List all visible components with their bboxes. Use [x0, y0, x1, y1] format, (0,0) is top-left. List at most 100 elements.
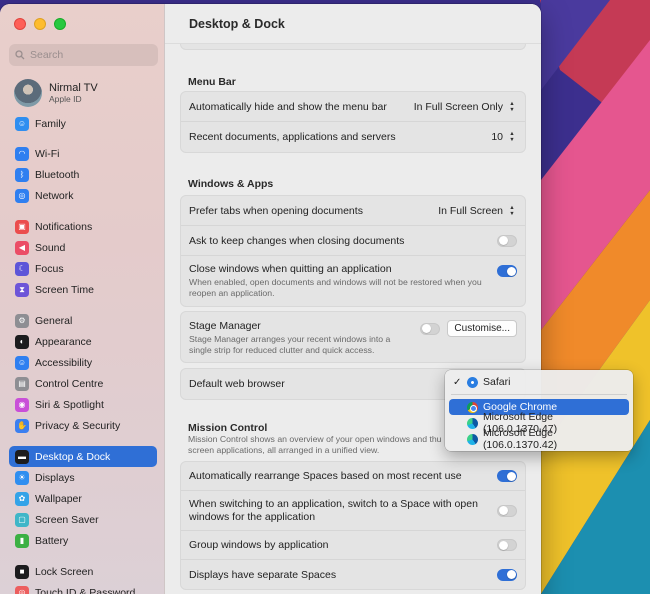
sidebar-item-family[interactable]: ☺ Family — [9, 113, 157, 134]
siri-icon: ◉ — [15, 397, 29, 412]
auto-hide-menu-bar-popup[interactable]: In Full Screen Only ▲ ▼ — [414, 100, 517, 113]
safari-icon — [467, 376, 478, 388]
recent-items-value: 10 — [491, 131, 503, 143]
sidebar-item-label: Screen Time — [35, 283, 94, 296]
sidebar-item-label: Battery — [35, 534, 69, 547]
focus-icon: ☾ — [15, 261, 29, 276]
sidebar-item-focus[interactable]: ☾ Focus — [9, 258, 157, 279]
checkmark-icon: ✓ — [453, 376, 462, 388]
bluetooth-icon: ᛒ — [15, 167, 29, 182]
recent-items-row: Recent documents, applications and serve… — [181, 122, 525, 152]
sidebar: Nirmal TV Apple ID ☺ Family ◠ Wi-Fi ᛒ Bluetoo… — [0, 4, 165, 594]
sidebar-item-notifications[interactable]: ▣ Notifications — [9, 216, 157, 237]
sidebar-item-wallpaper[interactable]: ✿ Wallpaper — [9, 488, 157, 509]
close-window-button[interactable] — [14, 18, 26, 30]
search-input[interactable] — [30, 49, 150, 61]
recent-items-popup[interactable]: 10 ▲ ▼ — [491, 131, 517, 144]
sidebar-item-label: Touch ID & Password — [35, 586, 136, 594]
sidebar-item-bluetooth[interactable]: ᛒ Bluetooth — [9, 164, 157, 185]
close-windows-toggle[interactable] — [497, 265, 517, 277]
close-windows-label: Close windows when quitting an applicati… — [189, 263, 392, 275]
mission-control-section-title: Mission Control — [188, 422, 268, 434]
sidebar-item-screen-saver[interactable]: ▢ Screen Saver — [9, 509, 157, 530]
auto-hide-menu-bar-row: Automatically hide and show the menu bar… — [181, 92, 525, 122]
default-browser-label: Default web browser — [189, 378, 285, 390]
close-windows-description: When enabled, open documents and windows… — [189, 277, 482, 298]
sidebar-item-label: Accessibility — [35, 356, 93, 369]
browser-option-edge-42[interactable]: Microsoft Edge (106.0.1370.42) — [449, 427, 629, 451]
sound-icon: ◀ — [15, 240, 29, 255]
profile-name: Nirmal TV — [49, 82, 98, 94]
sidebar-item-control-centre[interactable]: ▤ Control Centre — [9, 373, 157, 394]
sidebar-item-label: Siri & Spotlight — [35, 398, 104, 411]
browser-option-safari[interactable]: ✓ Safari — [449, 374, 629, 390]
browser-option-label: Safari — [483, 376, 511, 388]
sidebar-item-siri-spotlight[interactable]: ◉ Siri & Spotlight — [9, 394, 157, 415]
switch-space-row: When switching to an application, switch… — [181, 491, 525, 531]
sidebar-item-label: Desktop & Dock — [35, 450, 111, 463]
prefer-tabs-row: Prefer tabs when opening documents In Fu… — [181, 196, 525, 226]
sidebar-item-appearance[interactable]: ◐ Appearance — [9, 331, 157, 352]
sidebar-item-label: Displays — [35, 471, 75, 484]
sidebar-item-screen-time[interactable]: ⧗ Screen Time — [9, 279, 157, 300]
up-down-chevron-icon: ▲ ▼ — [509, 100, 515, 113]
stage-manager-toggle[interactable] — [420, 322, 441, 335]
sidebar-item-label: Privacy & Security — [35, 419, 121, 432]
sidebar-item-general[interactable]: ⚙ General — [9, 310, 157, 331]
prefer-tabs-popup[interactable]: In Full Screen ▲ ▼ — [438, 204, 517, 217]
separate-spaces-toggle[interactable] — [497, 568, 517, 581]
family-icon: ☺ — [15, 116, 29, 131]
customise-button[interactable]: Customise... — [447, 320, 517, 337]
sidebar-item-wi-fi[interactable]: ◠ Wi-Fi — [9, 143, 157, 164]
appearance-icon: ◐ — [15, 334, 29, 349]
group-windows-toggle[interactable] — [497, 539, 517, 551]
stage-manager-card: Stage Manager Stage Manager arranges you… — [180, 311, 526, 363]
screen-saver-icon: ▢ — [15, 512, 29, 527]
sidebar-item-label: Screen Saver — [35, 513, 99, 526]
sidebar-item-battery[interactable]: ▮ Battery — [9, 530, 157, 551]
sidebar-item-label: Focus — [35, 262, 64, 275]
mission-control-card: Automatically rearrange Spaces based on … — [180, 461, 526, 590]
ask-keep-changes-toggle[interactable] — [497, 234, 517, 247]
ask-keep-changes-row: Ask to keep changes when closing documen… — [181, 226, 525, 256]
browser-option-label: Microsoft Edge (106.0.1370.42) — [482, 427, 558, 451]
sidebar-item-privacy-security[interactable]: ✋ Privacy & Security — [9, 415, 157, 436]
fingerprint-icon: ◎ — [15, 585, 29, 594]
zoom-window-button[interactable] — [54, 18, 66, 30]
sidebar-item-touch-id-password[interactable]: ◎ Touch ID & Password — [9, 582, 157, 594]
displays-icon: ☀ — [15, 470, 29, 485]
stage-manager-row: Stage Manager Stage Manager arranges you… — [181, 312, 525, 362]
separate-spaces-label: Displays have separate Spaces — [189, 568, 337, 581]
sidebar-item-displays[interactable]: ☀ Displays — [9, 467, 157, 488]
page-title: Desktop & Dock — [189, 17, 285, 31]
dock-icon: ▬ — [15, 449, 29, 464]
recent-items-label: Recent documents, applications and serve… — [189, 131, 396, 143]
search-field[interactable] — [9, 44, 158, 66]
sidebar-item-network[interactable]: ◎ Network — [9, 185, 157, 206]
auto-hide-menu-bar-label: Automatically hide and show the menu bar — [189, 100, 387, 113]
sidebar-item-sound[interactable]: ◀ Sound — [9, 237, 157, 258]
control-centre-icon: ▤ — [15, 376, 29, 391]
switch-space-toggle[interactable] — [497, 504, 517, 517]
sidebar-item-label: Lock Screen — [35, 565, 94, 578]
menu-bar-card: Automatically hide and show the menu bar… — [180, 91, 526, 153]
accessibility-icon: ☺ — [15, 355, 29, 370]
sidebar-item-label: Control Centre — [35, 377, 104, 390]
sidebar-item-lock-screen[interactable]: ■ Lock Screen — [9, 561, 157, 582]
sidebar-item-accessibility[interactable]: ☺ Accessibility — [9, 352, 157, 373]
chrome-icon — [467, 401, 478, 413]
minimize-window-button[interactable] — [34, 18, 46, 30]
group-windows-label: Group windows by application — [189, 539, 329, 551]
rearrange-spaces-toggle[interactable] — [497, 470, 517, 482]
stage-manager-label: Stage Manager — [189, 320, 261, 332]
avatar — [14, 79, 42, 107]
main-pane: Desktop & Dock Menu Bar Automatically hi… — [165, 4, 541, 594]
apple-id-profile[interactable]: Nirmal TV Apple ID — [14, 79, 98, 107]
screen-time-icon: ⧗ — [15, 282, 29, 297]
sidebar-item-desktop-dock[interactable]: ▬ Desktop & Dock — [9, 446, 157, 467]
edge-icon — [466, 417, 478, 429]
sidebar-item-label: Network — [35, 189, 74, 202]
default-browser-menu: ✓ Safari Google Chrome Microsoft Edge (1… — [445, 370, 633, 451]
ask-keep-changes-label: Ask to keep changes when closing documen… — [189, 234, 405, 247]
windows-apps-card: Prefer tabs when opening documents In Fu… — [180, 195, 526, 307]
